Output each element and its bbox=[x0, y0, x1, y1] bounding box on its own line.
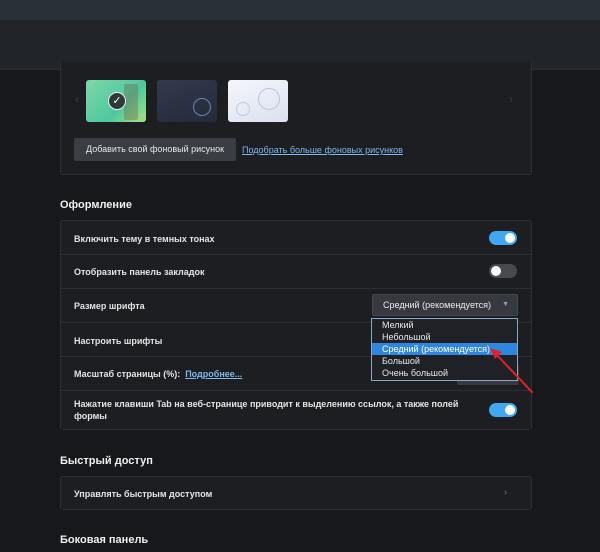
dark-theme-row[interactable]: Включить тему в темных тонах bbox=[61, 221, 531, 255]
bookmarks-bar-toggle[interactable] bbox=[489, 264, 517, 278]
font-size-selected-value: Средний (рекомендуется) bbox=[383, 300, 492, 310]
page-zoom-more-link[interactable]: Подробнее... bbox=[185, 369, 242, 379]
background-thumb-light[interactable] bbox=[228, 80, 288, 122]
page-zoom-label: Масштаб страницы (%): Подробнее... bbox=[74, 369, 242, 379]
add-background-button[interactable]: Добавить свой фоновый рисунок bbox=[74, 138, 237, 161]
background-images-panel: ‹ ✓ › Добавить свой фоновый рисунок Подо… bbox=[60, 62, 532, 175]
next-arrow-icon[interactable]: › bbox=[509, 92, 513, 106]
bookmarks-bar-label: Отобразить панель закладок bbox=[74, 267, 205, 277]
thumb-decoration bbox=[193, 98, 211, 116]
background-thumb-dark[interactable] bbox=[157, 80, 217, 122]
font-size-label: Размер шрифта bbox=[74, 301, 145, 311]
dark-theme-toggle[interactable] bbox=[489, 231, 517, 245]
toggle-knob bbox=[491, 266, 501, 276]
bookmarks-bar-row[interactable]: Отобразить панель закладок bbox=[61, 255, 531, 289]
manage-quick-access-label: Управлять быстрым доступом bbox=[74, 489, 213, 499]
tab-highlight-label: Нажатие клавиши Tab на веб-странице прив… bbox=[74, 399, 459, 421]
thumb-decoration bbox=[236, 102, 250, 116]
thumb-decoration bbox=[124, 84, 138, 120]
chevron-right-icon: › bbox=[504, 487, 507, 497]
tab-highlight-toggle[interactable] bbox=[489, 403, 517, 417]
tab-highlight-row[interactable]: Нажатие клавиши Tab на веб-странице прив… bbox=[61, 391, 531, 429]
manage-quick-access-row[interactable]: Управлять быстрым доступом › bbox=[61, 477, 531, 509]
appearance-section-title: Оформление bbox=[60, 199, 132, 211]
font-size-select[interactable]: Средний (рекомендуется) ▼ bbox=[372, 294, 518, 316]
prev-arrow-icon[interactable]: ‹ bbox=[75, 92, 79, 106]
toggle-knob bbox=[505, 405, 515, 415]
font-size-option[interactable]: Мелкий bbox=[372, 319, 517, 331]
quick-access-panel: Управлять быстрым доступом › bbox=[60, 476, 532, 510]
check-icon: ✓ bbox=[108, 92, 126, 110]
toggle-knob bbox=[505, 233, 515, 243]
window-title-bar bbox=[0, 0, 600, 20]
annotation-arrow-icon bbox=[490, 348, 533, 393]
customize-fonts-label: Настроить шрифты bbox=[74, 336, 163, 346]
font-size-option[interactable]: Небольшой bbox=[372, 331, 517, 343]
more-backgrounds-link[interactable]: Подобрать больше фоновых рисунков bbox=[242, 145, 403, 155]
background-thumb-green[interactable]: ✓ bbox=[86, 80, 146, 122]
page-zoom-text: Масштаб страницы (%): bbox=[74, 369, 181, 379]
dark-theme-label: Включить тему в темных тонах bbox=[74, 234, 215, 244]
thumb-decoration bbox=[258, 88, 280, 110]
sidebar-section-title: Боковая панель bbox=[60, 534, 149, 546]
chevron-down-icon: ▼ bbox=[502, 301, 509, 308]
quick-access-section-title: Быстрый доступ bbox=[60, 455, 153, 467]
